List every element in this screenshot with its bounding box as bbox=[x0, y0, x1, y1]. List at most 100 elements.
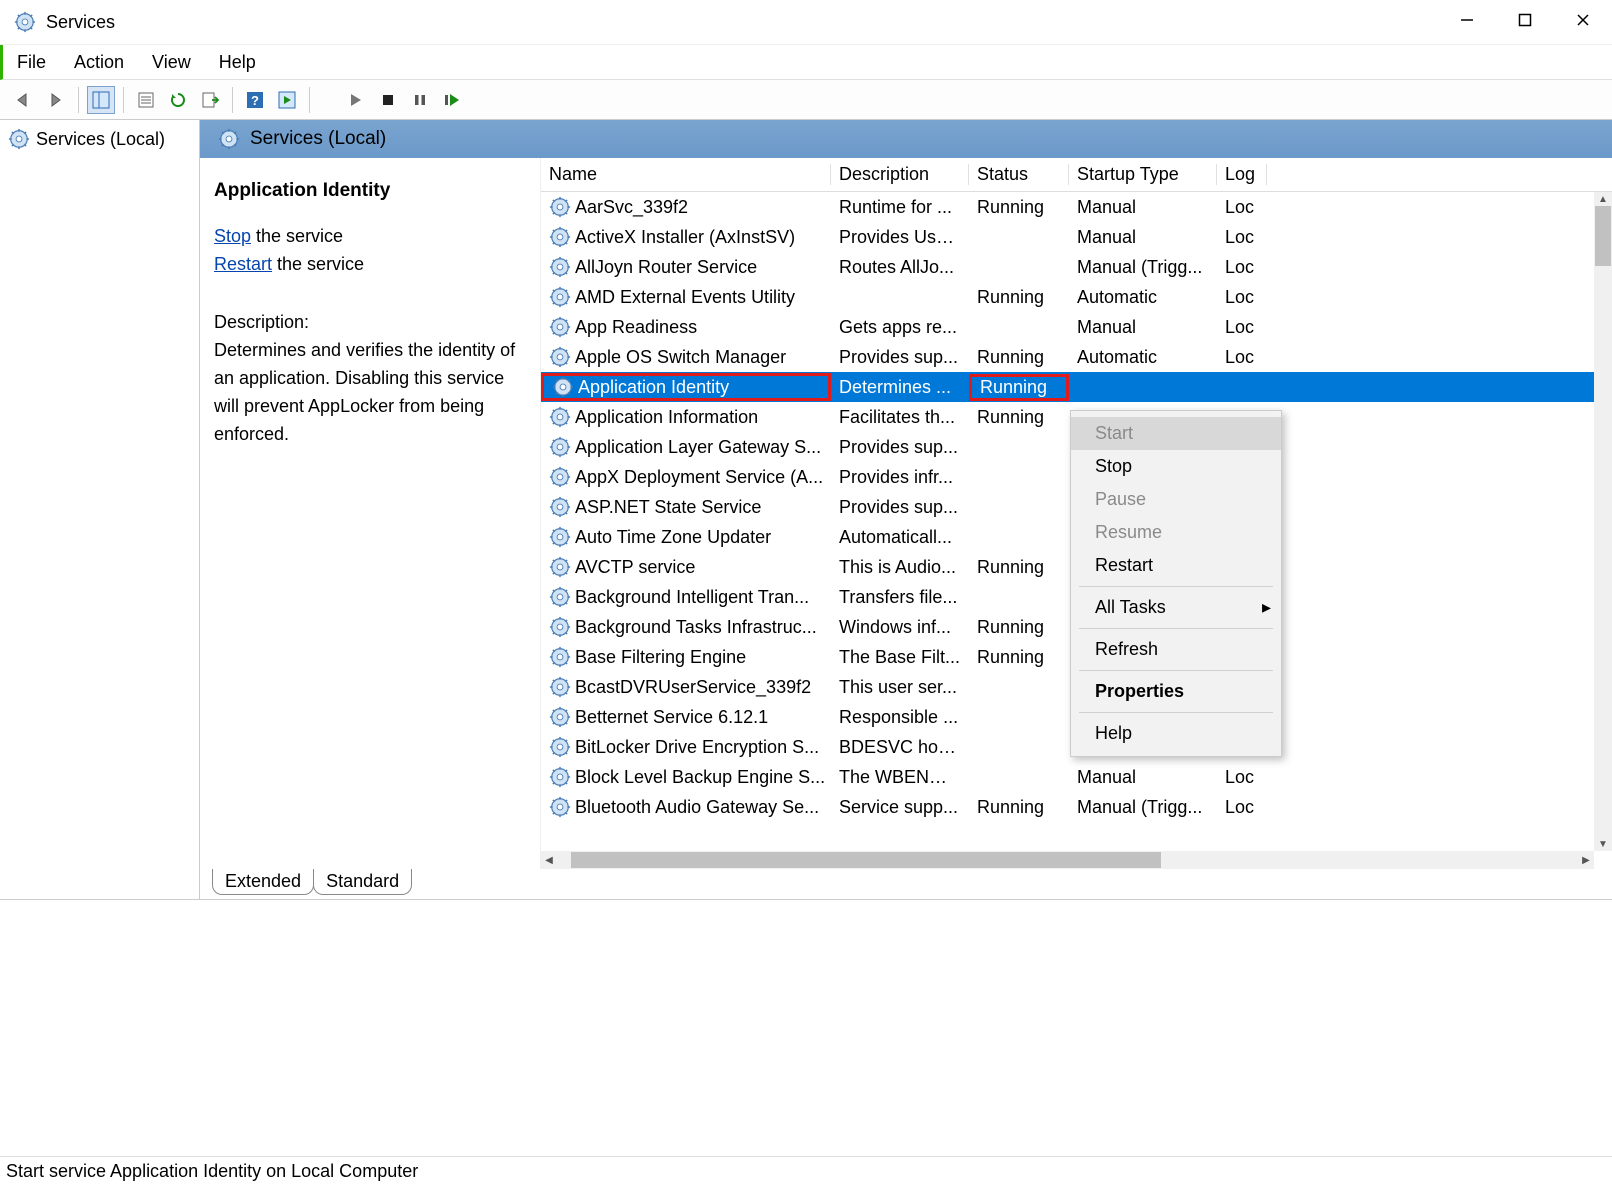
service-name-text: Base Filtering Engine bbox=[575, 647, 746, 668]
tab-standard[interactable]: Standard bbox=[313, 869, 412, 895]
service-row[interactable]: AllJoyn Router ServiceRoutes AllJo...Man… bbox=[541, 252, 1612, 282]
menu-file[interactable]: File bbox=[17, 52, 46, 73]
col-header-name[interactable]: ▲Name bbox=[541, 164, 831, 185]
service-row[interactable]: ActiveX Installer (AxInstSV)Provides Use… bbox=[541, 222, 1612, 252]
selected-service-name: Application Identity bbox=[214, 176, 526, 205]
show-hide-tree-button[interactable] bbox=[87, 86, 115, 114]
cell-desc: BDESVC hos... bbox=[831, 737, 969, 758]
start-service-button[interactable] bbox=[342, 86, 370, 114]
cell-startup: Automatic bbox=[1069, 347, 1217, 368]
gear-icon bbox=[549, 556, 571, 578]
window-title: Services bbox=[46, 12, 115, 33]
cell-status: Running bbox=[969, 647, 1069, 668]
menu-help[interactable]: Help bbox=[219, 52, 256, 73]
ctx-resume[interactable]: Resume bbox=[1071, 516, 1281, 549]
gear-icon bbox=[549, 586, 571, 608]
minimize-button[interactable] bbox=[1438, 0, 1496, 40]
cell-name: BcastDVRUserService_339f2 bbox=[541, 676, 831, 698]
service-row[interactable]: AarSvc_339f2Runtime for ...RunningManual… bbox=[541, 192, 1612, 222]
menu-action[interactable]: Action bbox=[74, 52, 124, 73]
cell-status: Running bbox=[969, 797, 1069, 818]
col-header-description[interactable]: Description bbox=[831, 164, 969, 185]
scroll-thumb[interactable] bbox=[571, 852, 1161, 868]
cell-desc: Transfers file... bbox=[831, 587, 969, 608]
cell-name: Application Layer Gateway S... bbox=[541, 436, 831, 458]
status-bar: Start service Application Identity on Lo… bbox=[0, 1156, 1612, 1186]
service-name-text: AllJoyn Router Service bbox=[575, 257, 757, 278]
title-bar: Services bbox=[0, 0, 1612, 45]
cell-startup: Manual (Trigg... bbox=[1069, 257, 1217, 278]
service-row[interactable]: Block Level Backup Engine S...The WBENGI… bbox=[541, 762, 1612, 792]
gear-icon bbox=[549, 286, 571, 308]
ctx-sep bbox=[1079, 670, 1273, 671]
main-split: Services (Local) Services (Local) Applic… bbox=[0, 120, 1612, 900]
close-button[interactable] bbox=[1554, 0, 1612, 40]
service-name-text: Application Identity bbox=[578, 377, 729, 398]
stop-service-button[interactable] bbox=[374, 86, 402, 114]
gear-icon bbox=[549, 616, 571, 638]
gear-icon bbox=[549, 436, 571, 458]
service-row[interactable]: App ReadinessGets apps re...ManualLoc bbox=[541, 312, 1612, 342]
cell-logon: Loc bbox=[1217, 287, 1267, 308]
maximize-button[interactable] bbox=[1496, 0, 1554, 40]
menu-view[interactable]: View bbox=[152, 52, 191, 73]
ctx-properties[interactable]: Properties bbox=[1071, 675, 1281, 708]
export-list-button[interactable] bbox=[196, 86, 224, 114]
tree-item-services-local[interactable]: Services (Local) bbox=[0, 124, 199, 154]
scroll-left-icon[interactable]: ◀ bbox=[541, 851, 557, 869]
help-button[interactable]: ? bbox=[241, 86, 269, 114]
scroll-down-icon[interactable]: ▼ bbox=[1594, 837, 1612, 851]
cell-name: Base Filtering Engine bbox=[541, 646, 831, 668]
refresh-button[interactable] bbox=[164, 86, 192, 114]
vertical-scrollbar[interactable]: ▲ ▼ bbox=[1594, 192, 1612, 851]
scroll-right-icon[interactable]: ▶ bbox=[1578, 851, 1594, 869]
cell-startup: Manual bbox=[1069, 227, 1217, 248]
ctx-refresh[interactable]: Refresh bbox=[1071, 633, 1281, 666]
restart-link[interactable]: Restart bbox=[214, 254, 272, 274]
scroll-thumb[interactable] bbox=[1595, 206, 1611, 266]
col-header-status[interactable]: Status bbox=[969, 164, 1069, 185]
ctx-help[interactable]: Help bbox=[1071, 717, 1281, 750]
service-row[interactable]: Apple OS Switch ManagerProvides sup...Ru… bbox=[541, 342, 1612, 372]
service-name-text: App Readiness bbox=[575, 317, 697, 338]
gear-icon bbox=[552, 376, 574, 398]
show-hide-action-button[interactable] bbox=[273, 86, 301, 114]
cell-desc: Windows inf... bbox=[831, 617, 969, 638]
scroll-up-icon[interactable]: ▲ bbox=[1594, 192, 1612, 206]
cell-desc: Service supp... bbox=[831, 797, 969, 818]
ctx-start[interactable]: Start bbox=[1071, 417, 1281, 450]
gear-icon bbox=[549, 766, 571, 788]
cell-startup: Manual (Trigg... bbox=[1069, 797, 1217, 818]
gear-icon bbox=[549, 196, 571, 218]
context-menu: Start Stop Pause Resume Restart All Task… bbox=[1070, 410, 1282, 757]
pause-service-button[interactable] bbox=[406, 86, 434, 114]
detail-pane: Application Identity Stop the service Re… bbox=[200, 158, 540, 869]
horizontal-scrollbar[interactable]: ◀ ▶ bbox=[541, 851, 1594, 869]
stop-link[interactable]: Stop bbox=[214, 226, 251, 246]
ctx-restart[interactable]: Restart bbox=[1071, 549, 1281, 582]
forward-button[interactable] bbox=[42, 86, 70, 114]
ctx-stop[interactable]: Stop bbox=[1071, 450, 1281, 483]
service-row[interactable]: Bluetooth Audio Gateway Se...Service sup… bbox=[541, 792, 1612, 822]
service-name-text: Block Level Backup Engine S... bbox=[575, 767, 825, 788]
service-row[interactable]: Application IdentityDetermines ...Runnin… bbox=[541, 372, 1612, 402]
col-header-startup[interactable]: Startup Type bbox=[1069, 164, 1217, 185]
service-row[interactable]: AMD External Events UtilityRunningAutoma… bbox=[541, 282, 1612, 312]
ctx-all-tasks[interactable]: All Tasks▸ bbox=[1071, 591, 1281, 624]
service-name-text: ASP.NET State Service bbox=[575, 497, 761, 518]
service-name-text: Apple OS Switch Manager bbox=[575, 347, 786, 368]
properties-button[interactable] bbox=[132, 86, 160, 114]
tab-extended[interactable]: Extended bbox=[212, 869, 314, 895]
back-button[interactable] bbox=[10, 86, 38, 114]
stop-service-link-line: Stop the service bbox=[214, 223, 526, 251]
gear-icon bbox=[549, 796, 571, 818]
cell-desc: Provides infr... bbox=[831, 467, 969, 488]
gear-icon bbox=[549, 736, 571, 758]
restart-service-button[interactable] bbox=[438, 86, 466, 114]
cell-logon: Loc bbox=[1217, 317, 1267, 338]
cell-name: Auto Time Zone Updater bbox=[541, 526, 831, 548]
gear-icon bbox=[549, 466, 571, 488]
col-header-logon[interactable]: Log bbox=[1217, 164, 1267, 185]
description-label: Description: bbox=[214, 309, 526, 337]
ctx-pause[interactable]: Pause bbox=[1071, 483, 1281, 516]
